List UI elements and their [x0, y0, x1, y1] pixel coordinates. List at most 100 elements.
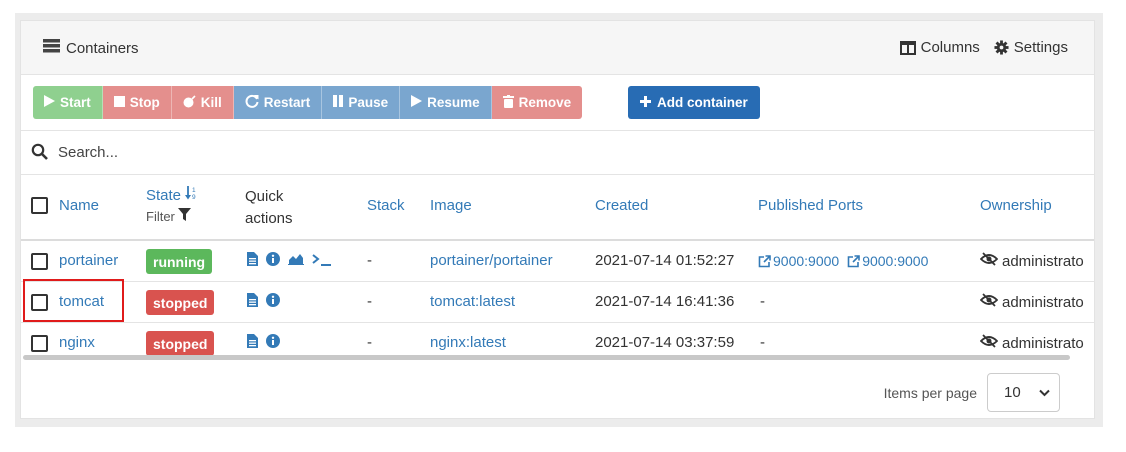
quick-actions	[247, 334, 280, 348]
logs-icon[interactable]	[247, 334, 258, 348]
column-state[interactable]: State 19 Filter	[146, 186, 198, 224]
add-container-button[interactable]: Add container	[628, 86, 760, 119]
kill-label: Kill	[200, 95, 222, 110]
port-link[interactable]: 9000:9000	[847, 253, 928, 269]
gear-icon	[994, 40, 1009, 55]
column-name[interactable]: Name	[59, 197, 99, 214]
container-name-link[interactable]: nginx	[59, 334, 95, 351]
refresh-icon	[245, 94, 259, 111]
port-label: 9000:9000	[862, 253, 929, 269]
image-link[interactable]: nginx:latest	[430, 334, 506, 351]
column-stack[interactable]: Stack	[367, 197, 405, 214]
table-icon	[43, 39, 60, 57]
filter-icon	[177, 208, 191, 224]
column-ownership[interactable]: Ownership	[980, 197, 1052, 214]
start-label: Start	[60, 95, 91, 110]
stats-icon[interactable]	[288, 253, 304, 265]
search-input[interactable]	[58, 144, 458, 161]
table-header: Name State 19 Filter Quick actions Stack…	[21, 175, 1094, 241]
restart-button[interactable]: Restart	[233, 86, 323, 119]
column-created[interactable]: Created	[595, 197, 648, 214]
columns-label: Columns	[920, 39, 980, 56]
play-icon	[44, 95, 55, 110]
ownership-label: administrato	[1002, 293, 1084, 311]
search-bar	[21, 131, 1094, 175]
logs-icon[interactable]	[247, 293, 258, 307]
container-actions-group: Start Stop Kill Restart Pause Resume Rem…	[33, 86, 583, 119]
state-filter[interactable]: Filter	[146, 208, 198, 224]
start-button[interactable]: Start	[33, 86, 103, 119]
published-ports-empty: -	[760, 293, 765, 310]
inspect-icon[interactable]	[266, 252, 280, 266]
resume-button[interactable]: Resume	[400, 86, 492, 119]
inspect-icon[interactable]	[266, 334, 280, 348]
chevron-down-icon	[1039, 384, 1050, 401]
created-value: 2021-07-14 03:37:59	[595, 334, 735, 351]
table-row: portainer running - portainer/portainer …	[21, 241, 1094, 282]
play-icon	[411, 95, 423, 110]
items-per-page-select[interactable]: 10	[987, 373, 1060, 412]
columns-button[interactable]: Columns	[899, 39, 980, 56]
pause-button[interactable]: Pause	[322, 86, 401, 119]
container-name-link[interactable]: portainer	[59, 252, 118, 269]
action-toolbar: Start Stop Kill Restart Pause Resume Rem…	[21, 75, 1094, 131]
search-icon	[31, 143, 48, 163]
ownership-value: administrato	[979, 293, 1084, 311]
ownership-label: administrato	[1002, 252, 1084, 270]
created-value: 2021-07-14 01:52:27	[595, 252, 735, 269]
stack-value: -	[367, 334, 372, 351]
ownership-value: administrato	[979, 252, 1084, 270]
column-state-label: State	[146, 186, 182, 204]
port-link[interactable]: 9000:9000	[758, 253, 839, 269]
pause-label: Pause	[348, 95, 389, 110]
container-name-link[interactable]: tomcat	[59, 293, 104, 310]
column-image[interactable]: Image	[430, 197, 472, 214]
quick-actions	[247, 293, 280, 307]
image-link[interactable]: portainer/portainer	[430, 252, 553, 269]
bomb-icon	[183, 94, 196, 111]
resume-label: Resume	[427, 95, 480, 110]
quick-actions	[247, 252, 332, 266]
svg-text:9: 9	[192, 194, 196, 200]
settings-button[interactable]: Settings	[994, 39, 1068, 56]
settings-label: Settings	[1013, 39, 1068, 56]
column-published-ports[interactable]: Published Ports	[758, 197, 863, 214]
status-badge: stopped	[146, 290, 215, 315]
kill-button[interactable]: Kill	[171, 86, 234, 119]
panel-header: Containers Columns Settings	[21, 21, 1094, 75]
row-checkbox[interactable]	[31, 253, 48, 270]
horizontal-scrollbar[interactable]	[23, 355, 1070, 360]
panel-title-text: Containers	[66, 39, 139, 57]
console-icon[interactable]	[312, 253, 332, 266]
stop-button[interactable]: Stop	[102, 86, 172, 119]
stack-value: -	[367, 252, 372, 269]
state-filter-label: Filter	[146, 208, 175, 224]
add-container-label: Add container	[657, 95, 748, 110]
restart-label: Restart	[263, 95, 311, 110]
published-ports-empty: -	[760, 334, 765, 351]
row-checkbox[interactable]	[31, 294, 48, 311]
image-link[interactable]: tomcat:latest	[430, 293, 515, 310]
remove-button[interactable]: Remove	[491, 86, 583, 119]
port-label: 9000:9000	[773, 253, 840, 269]
status-badge: stopped	[146, 331, 215, 356]
items-per-page-label: Items per page	[883, 384, 977, 401]
svg-text:1: 1	[192, 187, 196, 194]
stop-icon	[113, 95, 125, 110]
status-badge: running	[146, 249, 213, 274]
external-link-icon	[758, 254, 771, 268]
select-all-checkbox[interactable]	[31, 197, 48, 214]
eye-slash-icon	[979, 293, 999, 311]
items-per-page-value: 10	[1004, 384, 1021, 401]
ownership-value: administrato	[979, 334, 1084, 352]
stop-label: Stop	[129, 95, 160, 110]
row-checkbox[interactable]	[31, 335, 48, 352]
stack-value: -	[367, 293, 372, 310]
ownership-label: administrato	[1002, 334, 1084, 352]
eye-slash-icon	[979, 252, 999, 270]
column-quick-actions: Quick actions	[245, 188, 293, 227]
pause-icon	[333, 95, 344, 110]
published-ports: 9000:9000 9000:9000	[758, 253, 928, 269]
logs-icon[interactable]	[247, 252, 258, 266]
inspect-icon[interactable]	[266, 293, 280, 307]
